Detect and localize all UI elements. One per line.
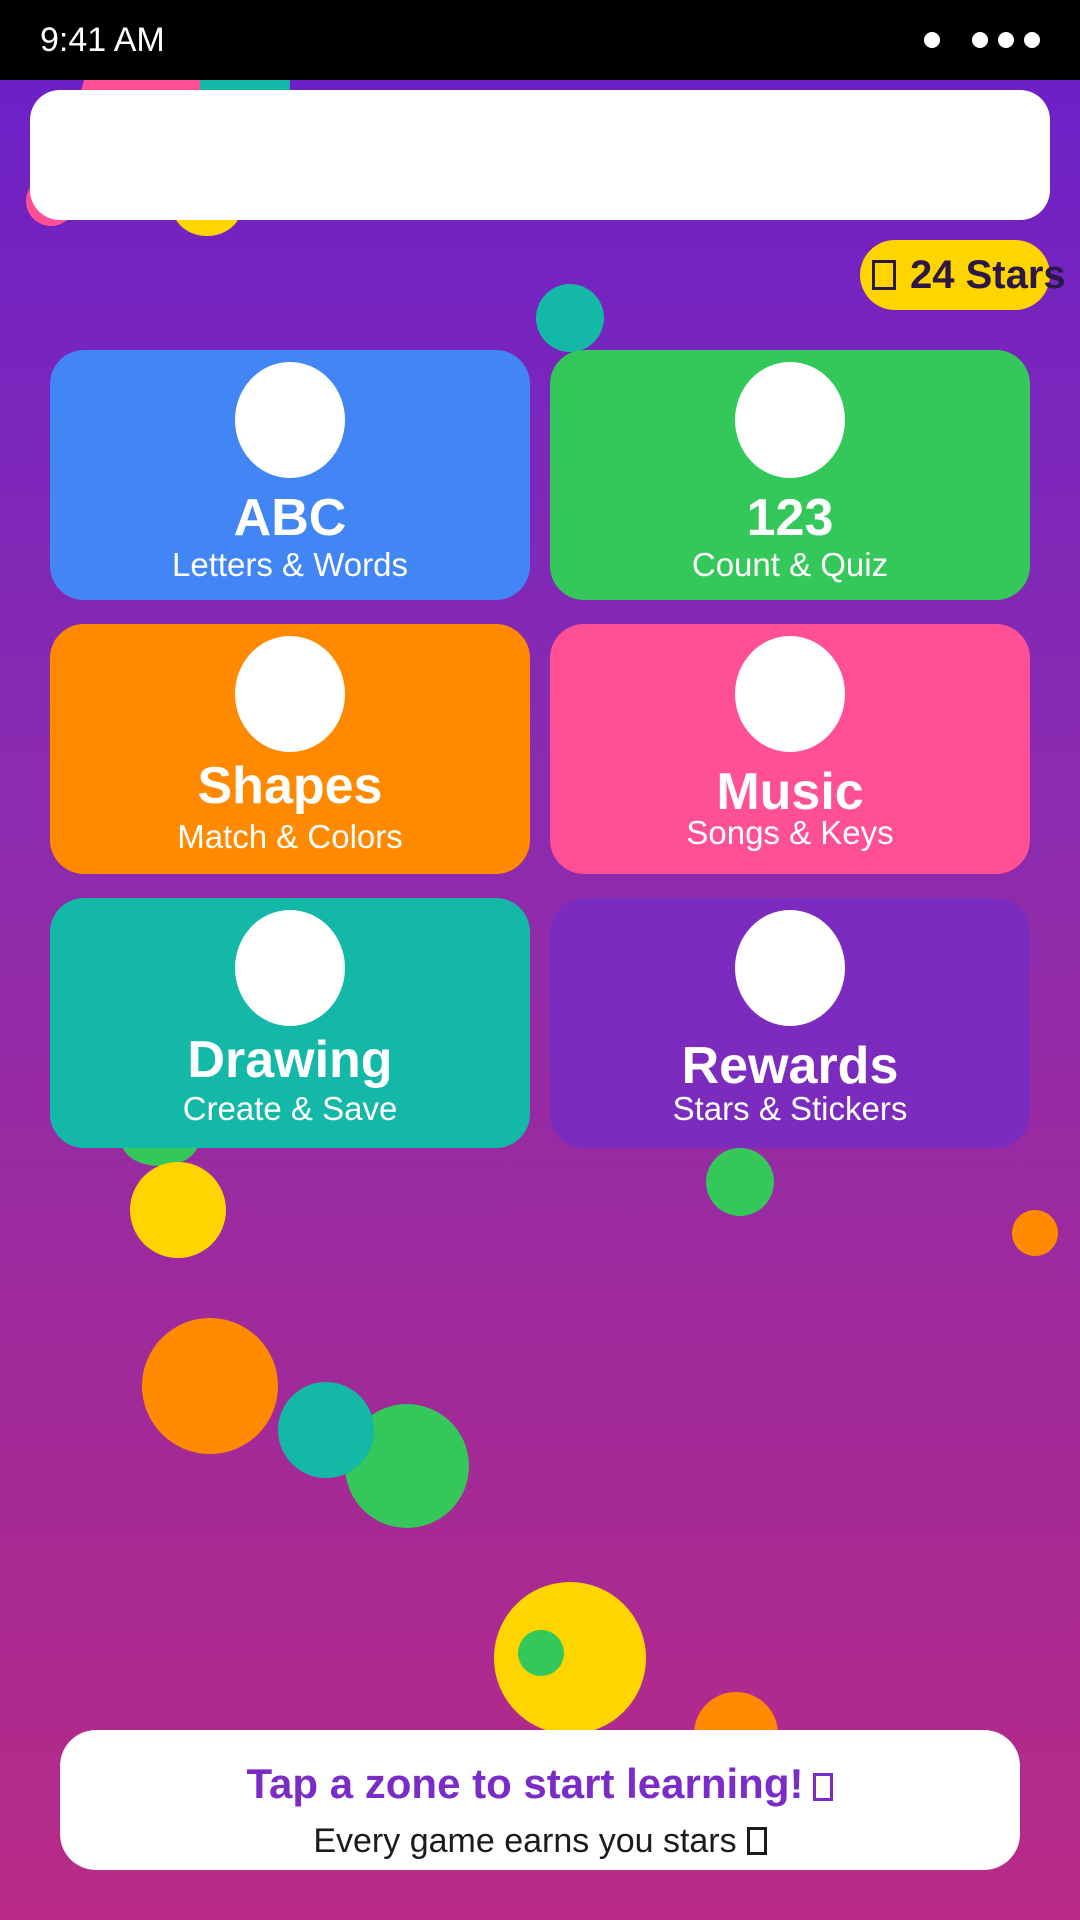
status-bar: 9:41 AM [0,0,1080,80]
status-time: 9:41 AM [40,20,165,59]
tile-rewards[interactable]: Rewards Stars & Stickers [550,898,1030,1148]
tile-abc[interactable]: ABC Letters & Words [50,350,530,600]
tile-title: 123 [746,489,834,547]
tile-title: Music [716,763,864,821]
hint-card: Tap a zone to start learning! Every game… [60,1730,1020,1870]
decor-bubble [518,1630,564,1676]
stars-label: 24 Stars [872,240,1066,310]
tile-subtitle: Count & Quiz [691,546,889,583]
tile-music[interactable]: Music Songs & Keys [550,624,1030,874]
tile-drawing[interactable]: Drawing Create & Save [50,898,530,1148]
shapes-icon [235,636,345,752]
drawing-icon [235,910,345,1026]
numbers-icon [735,362,845,478]
tile-subtitle: Create & Save [182,1090,398,1127]
music-icon [735,636,845,752]
tile-subtitle: Stars & Stickers [672,1090,908,1127]
signal-dots-icon [924,32,1040,48]
star-icon [746,1827,767,1855]
decor-bubble [278,1382,374,1478]
stars-badge[interactable]: 24 Stars [860,240,1066,310]
rewards-icon [735,910,845,1026]
sparkle-icon [813,1773,834,1801]
tile-123[interactable]: 123 Count & Quiz [550,350,1030,600]
tile-shapes[interactable]: Shapes Match & Colors [50,624,530,874]
hint-title: Tap a zone to start learning! [60,1760,1020,1808]
header-card [30,90,1050,220]
decor-bubble [536,284,604,352]
tile-title: ABC [233,489,347,547]
decor-bubble [142,1318,278,1454]
star-icon [872,260,896,290]
hint-subtitle: Every game earns you stars [60,1822,1020,1861]
tile-subtitle: Match & Colors [177,818,403,855]
decor-bubble [494,1582,646,1734]
letters-icon [235,362,345,478]
tile-subtitle: Songs & Keys [686,814,894,851]
decor-bubble [130,1162,226,1258]
decor-bubble [706,1148,774,1216]
tile-title: Shapes [197,757,383,815]
tile-subtitle: Letters & Words [172,546,408,583]
tile-title: Rewards [681,1037,899,1095]
decor-bubble [1012,1210,1058,1256]
tile-title: Drawing [187,1031,393,1089]
